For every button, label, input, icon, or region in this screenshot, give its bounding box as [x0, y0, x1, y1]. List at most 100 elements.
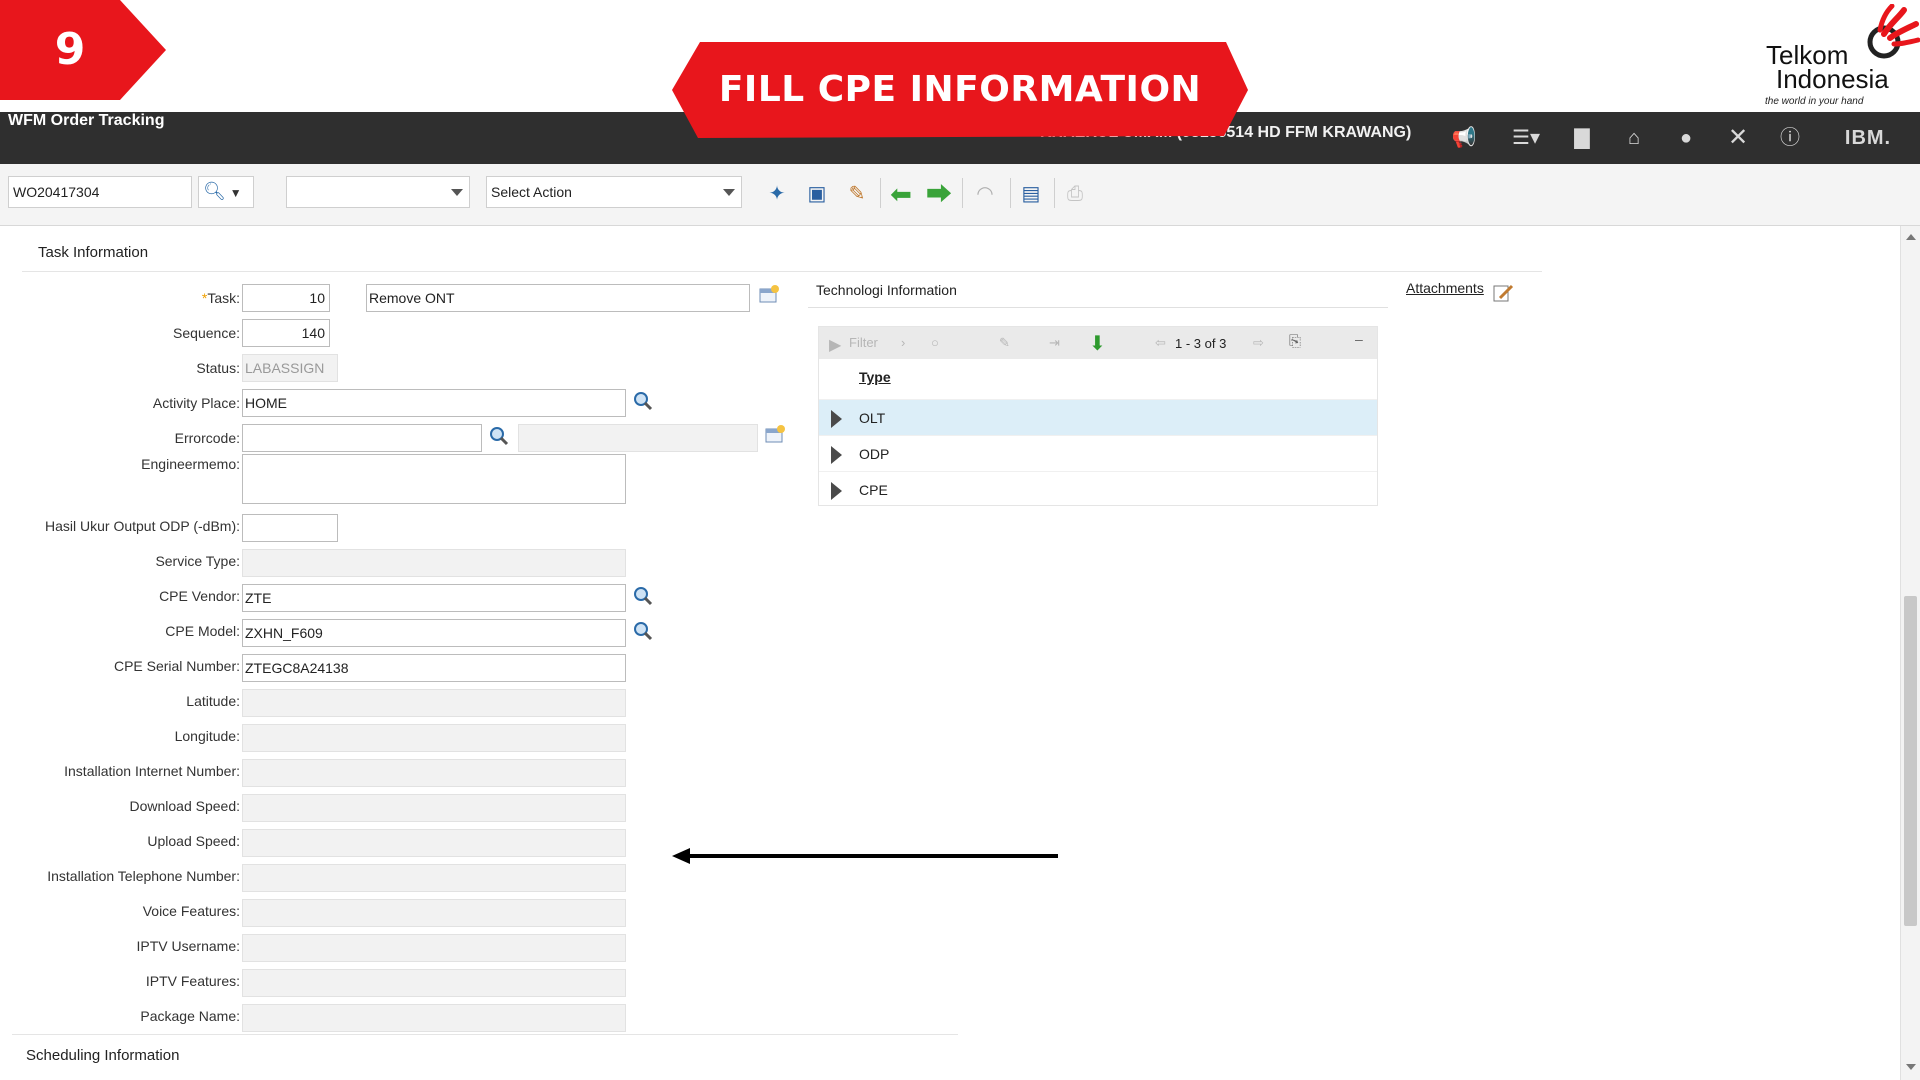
- task-description-field[interactable]: Remove ONT: [366, 284, 750, 312]
- attachments-link[interactable]: Attachments: [1406, 280, 1484, 296]
- hasil-ukur-field[interactable]: [242, 514, 338, 542]
- activity-place-field[interactable]: HOME: [242, 389, 626, 417]
- edit-icon[interactable]: ✎: [999, 335, 1010, 351]
- view-history-icon[interactable]: ▤: [1016, 180, 1046, 208]
- table-row[interactable]: OLT: [819, 399, 1377, 435]
- select-action-label: Select Action: [491, 184, 572, 200]
- step-badge: 9: [0, 0, 166, 100]
- download-speed-field: [242, 794, 626, 822]
- select-action-dropdown[interactable]: Select Action: [486, 176, 742, 208]
- ibm-logo: IBM.: [1844, 127, 1892, 149]
- clear-filter-icon[interactable]: ○: [931, 335, 939, 350]
- banner-title: FILL CPE INFORMATION: [718, 69, 1202, 110]
- errorcode-field[interactable]: [242, 424, 482, 452]
- sequence-label: Sequence:: [173, 325, 240, 341]
- record-search-input[interactable]: WO20417304: [8, 176, 192, 208]
- installation-telephone-field: [242, 864, 626, 892]
- export-icon[interactable]: ⇥: [1049, 335, 1060, 351]
- status-label: Status:: [196, 360, 240, 376]
- user-icon[interactable]: ●: [1672, 124, 1700, 152]
- detail-menu-icon[interactable]: [764, 424, 786, 446]
- next-record-icon[interactable]: ⮕: [924, 180, 954, 208]
- search-icon: 🔍︎: [203, 181, 226, 201]
- collapse-icon[interactable]: ‒: [1355, 331, 1363, 347]
- column-header-type[interactable]: Type: [859, 369, 891, 385]
- logo-text-indonesia: Indonesia: [1776, 64, 1889, 94]
- task-information-section: Task Information: [22, 232, 1542, 272]
- cpe-model-label: CPE Model:: [165, 623, 240, 639]
- telkom-indonesia-logo: Telkom Indonesia the world in your hand: [1760, 4, 1920, 110]
- errorcode-label: Errorcode:: [174, 430, 240, 446]
- previous-record-icon[interactable]: ⬅: [886, 180, 916, 208]
- package-name-field: [242, 1004, 626, 1032]
- save-icon[interactable]: ▣: [802, 180, 832, 208]
- task-field[interactable]: 10: [242, 284, 330, 312]
- download-arrow-icon[interactable]: ⬇: [1089, 331, 1106, 356]
- latitude-label: Latitude:: [186, 693, 240, 709]
- toolbar-divider: [962, 178, 963, 208]
- search-icon[interactable]: [632, 390, 654, 412]
- route-workflow-icon[interactable]: ◠: [970, 180, 1000, 208]
- help-icon[interactable]: ⓘ: [1776, 124, 1804, 152]
- search-menu-button[interactable]: 🔍︎ ▼: [198, 176, 254, 208]
- expand-row-icon[interactable]: [831, 410, 842, 428]
- longitude-label: Longitude:: [174, 728, 240, 744]
- close-icon[interactable]: ✕: [1724, 124, 1752, 152]
- row-type: OLT: [859, 410, 886, 426]
- clear-changes-icon[interactable]: ✎: [842, 180, 872, 208]
- technologi-table: ▶ Filter › ○ ✎ ⇥ ⬇ ⇦ 1 - 3 of 3 ⇨ ⎘ ‒ Ty…: [818, 326, 1378, 506]
- section-title: Task Information: [38, 244, 149, 261]
- step-number: 9: [54, 24, 86, 75]
- search-icon[interactable]: [632, 620, 654, 642]
- app-title: WFM Order Tracking: [8, 112, 165, 129]
- task-label: *Task:: [201, 290, 240, 306]
- scroll-thumb[interactable]: [1904, 596, 1917, 926]
- next-page-icon[interactable]: ⇨: [1253, 335, 1264, 351]
- toolbar-divider: [880, 178, 881, 208]
- print-icon[interactable]: ⎙: [1060, 180, 1090, 208]
- megaphone-icon[interactable]: 📢: [1450, 124, 1478, 152]
- download-table-icon[interactable]: ⎘: [1289, 333, 1301, 350]
- engineermemo-textarea[interactable]: [242, 454, 626, 504]
- iptv-features-label: IPTV Features:: [145, 973, 240, 989]
- latitude-field: [242, 689, 626, 717]
- vertical-scrollbar[interactable]: [1900, 226, 1920, 1080]
- toolbar-divider: [1010, 178, 1011, 208]
- row-count: 1 - 3 of 3: [1175, 336, 1227, 351]
- expand-row-icon[interactable]: [831, 482, 842, 500]
- sequence-field[interactable]: 140: [242, 319, 330, 347]
- iptv-features-field: [242, 969, 626, 997]
- row-type: ODP: [859, 446, 890, 462]
- detail-menu-icon[interactable]: [758, 284, 780, 306]
- installation-telephone-label: Installation Telephone Number:: [47, 868, 240, 884]
- chart-icon[interactable]: ▇: [1568, 124, 1596, 152]
- chevron-right-icon[interactable]: ›: [901, 335, 905, 350]
- home-icon[interactable]: ⌂: [1620, 124, 1648, 152]
- installation-internet-label: Installation Internet Number:: [64, 763, 240, 779]
- search-icon[interactable]: [632, 585, 654, 607]
- chevron-down-icon: ▼: [229, 186, 242, 200]
- scroll-up-icon[interactable]: [1906, 234, 1916, 240]
- previous-page-icon[interactable]: ⇦: [1155, 335, 1166, 351]
- table-row[interactable]: ODP: [819, 435, 1377, 471]
- upload-speed-label: Upload Speed:: [147, 833, 240, 849]
- expand-row-icon[interactable]: [831, 446, 842, 464]
- cpe-vendor-field[interactable]: ZTE: [242, 584, 626, 612]
- table-row[interactable]: CPE: [819, 471, 1377, 507]
- scroll-down-icon[interactable]: [1906, 1064, 1916, 1070]
- search-icon[interactable]: [488, 425, 510, 447]
- iptv-username-field: [242, 934, 626, 962]
- new-record-icon[interactable]: ✦: [762, 180, 792, 208]
- title-banner: FILL CPE INFORMATION: [672, 40, 1248, 140]
- logo-tagline: the world in your hand: [1765, 96, 1864, 107]
- cpe-serial-field[interactable]: ZTEGC8A24138: [242, 654, 626, 682]
- attachment-edit-icon[interactable]: [1492, 282, 1514, 304]
- filter-label[interactable]: Filter: [849, 335, 878, 350]
- query-select[interactable]: [286, 176, 470, 208]
- filter-arrow-icon[interactable]: ▶: [829, 335, 841, 355]
- row-type: CPE: [859, 482, 888, 498]
- cpe-serial-label: CPE Serial Number:: [113, 658, 240, 674]
- voice-features-label: Voice Features:: [142, 903, 240, 919]
- cpe-model-field[interactable]: ZXHN_F609: [242, 619, 626, 647]
- bulletin-icon[interactable]: ☰▾: [1506, 124, 1546, 152]
